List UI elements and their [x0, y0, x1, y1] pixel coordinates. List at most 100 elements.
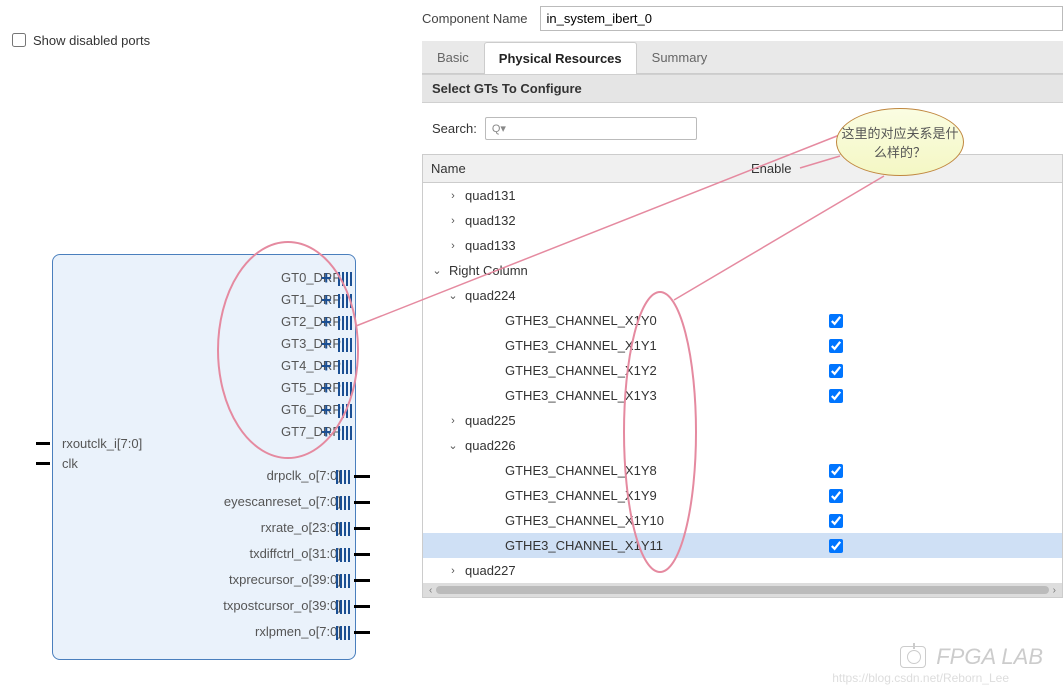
show-disabled-ports-label: Show disabled ports: [33, 33, 150, 48]
port-GT3_DRP: GT3_DRP: [281, 336, 341, 351]
component-name-input[interactable]: [540, 6, 1063, 31]
table-row[interactable]: › quad225: [423, 408, 1062, 433]
port-GT4_DRP: GT4_DRP: [281, 358, 341, 373]
port-GT1_DRP: GT1_DRP: [281, 292, 341, 307]
port-GT0_DRP: GT0_DRP: [281, 270, 341, 285]
table-row[interactable]: GTHE3_CHANNEL_X1Y10: [423, 508, 1062, 533]
bus-icon: [338, 360, 354, 374]
table-row[interactable]: GTHE3_CHANNEL_X1Y2: [423, 358, 1062, 383]
expand-icon[interactable]: ›: [447, 240, 459, 252]
collapse-icon[interactable]: ⌄: [447, 289, 459, 302]
expand-icon[interactable]: +: [321, 422, 332, 443]
expand-icon[interactable]: +: [321, 356, 332, 377]
expand-icon[interactable]: +: [321, 268, 332, 289]
enable-checkbox[interactable]: [829, 489, 843, 503]
col-enable[interactable]: Enable: [743, 155, 799, 182]
collapse-icon[interactable]: ⌄: [431, 264, 443, 277]
expand-icon[interactable]: ›: [447, 215, 459, 227]
table-row[interactable]: ›quad132: [423, 208, 1062, 233]
hscrollbar[interactable]: ‹ ›: [423, 583, 1062, 597]
enable-checkbox[interactable]: [829, 364, 843, 378]
bus-icon: [336, 522, 352, 536]
port-eyescanreset_o70: eyescanreset_o[7:0]: [224, 494, 341, 509]
port-stub: [354, 553, 370, 556]
port-txpostcursor_o390: txpostcursor_o[39:0]: [223, 598, 341, 613]
url-watermark: https://blog.csdn.net/Reborn_Lee: [832, 671, 1009, 685]
row-label: quad225: [465, 413, 516, 428]
table-row[interactable]: GTHE3_CHANNEL_X1Y8: [423, 458, 1062, 483]
port-clk: clk: [62, 456, 78, 471]
collapse-icon[interactable]: ⌄: [447, 439, 459, 452]
port-stub: [354, 501, 370, 504]
row-label: quad224: [465, 288, 516, 303]
table-row[interactable]: GTHE3_CHANNEL_X1Y3: [423, 383, 1062, 408]
enable-checkbox[interactable]: [829, 464, 843, 478]
tab-physical-resources[interactable]: Physical Resources: [484, 42, 637, 74]
port-stub: [354, 475, 370, 478]
row-label: GTHE3_CHANNEL_X1Y0: [505, 313, 657, 328]
port-rxrate_o230: rxrate_o[23:0]: [261, 520, 341, 535]
bus-icon: [338, 316, 354, 330]
enable-checkbox[interactable]: [829, 339, 843, 353]
bus-icon: [336, 626, 352, 640]
table-row[interactable]: ⌄ quad226: [423, 433, 1062, 458]
enable-checkbox[interactable]: [829, 314, 843, 328]
watermark-icon: [900, 646, 926, 668]
bus-icon: [338, 338, 354, 352]
port-stub: [354, 605, 370, 608]
row-label: GTHE3_CHANNEL_X1Y8: [505, 463, 657, 478]
expand-icon[interactable]: +: [321, 334, 332, 355]
table-row[interactable]: › quad133: [423, 233, 1062, 258]
table-row[interactable]: GTHE3_CHANNEL_X1Y0: [423, 308, 1062, 333]
enable-checkbox[interactable]: [829, 389, 843, 403]
component-name-label: Component Name: [422, 11, 528, 26]
enable-checkbox[interactable]: [829, 539, 843, 553]
table-row[interactable]: GTHE3_CHANNEL_X1Y9: [423, 483, 1062, 508]
row-label: GTHE3_CHANNEL_X1Y3: [505, 388, 657, 403]
port-rxlpmen_o70: rxlpmen_o[7:0]: [255, 624, 341, 639]
search-label: Search:: [432, 121, 477, 136]
enable-checkbox[interactable]: [829, 514, 843, 528]
tab-summary[interactable]: Summary: [637, 41, 723, 73]
gt-body[interactable]: ›quad131›quad132›quad133⌄Right Column⌄qu…: [423, 183, 1062, 583]
port-drpclk_o70: drpclk_o[7:0]: [267, 468, 341, 483]
search-input[interactable]: [510, 120, 690, 137]
expand-icon[interactable]: +: [321, 400, 332, 421]
watermark: FPGA LAB: [900, 644, 1043, 670]
port-stub: [354, 631, 370, 634]
row-label: quad131: [465, 188, 516, 203]
config-pane: Component Name Basic Physical Resources …: [422, 0, 1063, 688]
expand-icon[interactable]: +: [321, 312, 332, 333]
table-row[interactable]: GTHE3_CHANNEL_X1Y1: [423, 333, 1062, 358]
row-label: GTHE3_CHANNEL_X1Y1: [505, 338, 657, 353]
row-label: quad226: [465, 438, 516, 453]
search-wrap: Q▾: [485, 117, 697, 140]
table-row[interactable]: ⌄ quad224: [423, 283, 1062, 308]
table-row[interactable]: GTHE3_CHANNEL_X1Y11: [423, 533, 1062, 558]
port-txprecursor_o390: txprecursor_o[39:0]: [229, 572, 341, 587]
row-label: GTHE3_CHANNEL_X1Y11: [505, 538, 663, 553]
show-disabled-ports-checkbox[interactable]: [12, 33, 26, 47]
expand-icon[interactable]: +: [321, 290, 332, 311]
tab-basic[interactable]: Basic: [422, 41, 484, 73]
tabs: Basic Physical Resources Summary: [422, 41, 1063, 74]
expand-icon[interactable]: ›: [447, 565, 459, 577]
expand-icon[interactable]: ›: [447, 415, 459, 427]
annotation-bubble: 这里的对应关系是什么样的？: [836, 108, 964, 176]
bus-icon: [336, 470, 352, 484]
port-rxoutclk_i70: rxoutclk_i[7:0]: [62, 436, 142, 451]
table-row[interactable]: ⌄Right Column: [423, 258, 1062, 283]
bus-icon: [338, 272, 354, 286]
port-stub: [354, 579, 370, 582]
col-name[interactable]: Name: [423, 155, 743, 182]
expand-icon[interactable]: ›: [447, 190, 459, 202]
gt-table: Name Enable ›quad131›quad132›quad133⌄Rig…: [422, 154, 1063, 598]
bus-icon: [338, 404, 354, 418]
table-row[interactable]: › quad227: [423, 558, 1062, 583]
bus-icon: [336, 548, 352, 562]
row-label: quad227: [465, 563, 516, 578]
row-label: quad133: [465, 238, 516, 253]
table-row[interactable]: › quad131: [423, 183, 1062, 208]
expand-icon[interactable]: +: [321, 378, 332, 399]
bus-icon: [338, 382, 354, 396]
